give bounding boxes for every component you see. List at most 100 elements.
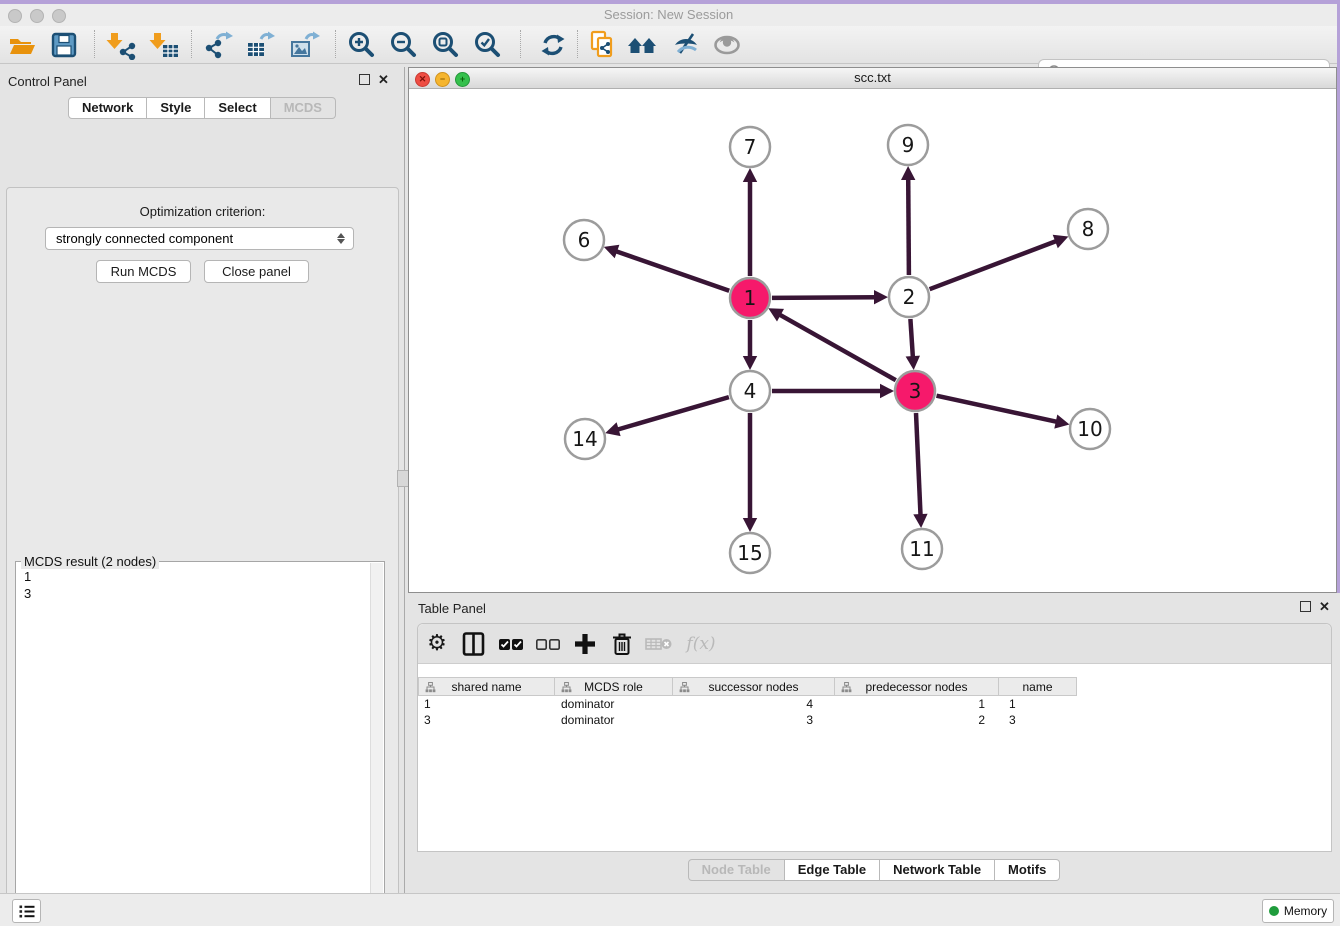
zoom-selected-button[interactable] (471, 29, 505, 61)
graph-node-label: 2 (903, 285, 916, 309)
graph-arrowhead (1054, 415, 1069, 429)
graph-node-label: 7 (744, 135, 757, 159)
network-canvas-svg[interactable]: 1234678910111415 (409, 89, 1336, 592)
minimize-window-dot[interactable] (30, 9, 44, 23)
export-table-button[interactable] (244, 29, 278, 61)
close-icon[interactable]: ✕ (1319, 601, 1330, 612)
tab-style[interactable]: Style (147, 97, 205, 119)
window-titlebar: Session: New Session (0, 4, 1337, 26)
float-icon[interactable] (1300, 601, 1311, 612)
fx-icon: f(x) (686, 634, 715, 654)
tab-select[interactable]: Select (205, 97, 270, 119)
graph-edge-2-9[interactable] (908, 177, 909, 275)
close-panel-button[interactable]: Close panel (204, 260, 309, 283)
apply-layout-button[interactable] (536, 29, 570, 61)
task-history-button[interactable] (12, 899, 41, 923)
table-header-row: shared nameMCDS rolesuccessor nodesprede… (418, 677, 1077, 696)
tab-motifs[interactable]: Motifs (995, 859, 1060, 881)
graph-edge-2-3[interactable] (910, 319, 913, 359)
tab-edge-table[interactable]: Edge Table (785, 859, 880, 881)
table-cell: 1 (835, 696, 999, 712)
clone-network-icon (586, 29, 618, 61)
zoom-out-button[interactable] (387, 29, 421, 61)
refresh-icon (538, 30, 568, 60)
toggle-graphics-details-button[interactable] (670, 29, 704, 61)
show-hide-panel-button[interactable] (710, 29, 744, 61)
graph-edge-1-2[interactable] (772, 297, 877, 298)
graph-edge-2-8[interactable] (930, 240, 1059, 289)
table-row[interactable]: 1dominator411 (418, 696, 1077, 712)
toolbar-separator (520, 30, 521, 58)
graph-node-label: 15 (737, 541, 762, 565)
add-row-button[interactable] (570, 629, 600, 659)
result-scrollbar[interactable] (370, 563, 383, 926)
graph-edge-3-11[interactable] (916, 413, 921, 517)
memory-label: Memory (1284, 904, 1327, 918)
column-header-name[interactable]: name (999, 677, 1077, 696)
deselect-all-icon (534, 631, 562, 657)
table-row[interactable]: 3dominator323 (418, 712, 1077, 728)
tab-network[interactable]: Network (68, 97, 147, 119)
table-cell: dominator (555, 696, 673, 712)
select-all-button[interactable] (496, 629, 526, 659)
graph-arrowhead (743, 356, 757, 370)
zoom-window-dot[interactable] (52, 9, 66, 23)
column-header-predecessor-nodes[interactable]: predecessor nodes (835, 677, 999, 696)
graph-edge-4-14[interactable] (616, 397, 729, 430)
deselect-all-button[interactable] (533, 629, 563, 659)
table-cell: 3 (418, 712, 555, 728)
control-panel-tabs: NetworkStyleSelectMCDS (68, 97, 336, 119)
save-session-button[interactable] (47, 29, 81, 61)
close-network-icon[interactable]: ✕ (415, 72, 430, 87)
column-header-MCDS-role[interactable]: MCDS role (555, 677, 673, 696)
show-all-networks-button[interactable] (626, 29, 660, 61)
zoom-in-button[interactable] (345, 29, 379, 61)
clone-network-button[interactable] (585, 29, 619, 61)
run-mcds-button[interactable]: Run MCDS (96, 260, 191, 283)
maximize-network-icon[interactable]: + (455, 72, 470, 87)
export-network-button[interactable] (202, 29, 236, 61)
graph-arrowhead (906, 356, 920, 370)
tab-node-table[interactable]: Node Table (688, 859, 785, 881)
memory-button[interactable]: Memory (1262, 899, 1334, 923)
mcds-result-box[interactable]: MCDS result (2 nodes) 1 3 (15, 561, 385, 926)
open-file-button[interactable] (5, 29, 39, 61)
graph-edge-3-1[interactable] (778, 314, 896, 381)
control-panel-title: Control Panel (8, 73, 87, 91)
delete-rows-button[interactable] (607, 629, 637, 659)
criterion-select[interactable]: strongly connected component (45, 227, 354, 250)
column-header-shared-name[interactable]: shared name (418, 677, 555, 696)
column-header-successor-nodes[interactable]: successor nodes (673, 677, 835, 696)
table-panel: Table Panel ✕ ⚙ (408, 593, 1340, 893)
tab-mcds[interactable]: MCDS (271, 97, 336, 119)
table-options-button[interactable]: ⚙ (422, 629, 452, 659)
export-image-button[interactable] (288, 29, 322, 61)
close-icon[interactable]: ✕ (378, 74, 389, 85)
graph-arrowhead (874, 290, 888, 304)
mcds-panel: Optimization criterion: strongly connect… (6, 187, 399, 926)
graph-edge-3-10[interactable] (937, 396, 1059, 423)
table-body: 1dominator4113dominator323 (418, 696, 1077, 728)
minimize-network-icon[interactable]: − (435, 72, 450, 87)
delete-columns-button[interactable] (644, 629, 674, 659)
show-columns-button[interactable] (459, 629, 489, 659)
main-toolbar (0, 26, 1337, 64)
homes-icon (626, 30, 660, 60)
network-window-titlebar[interactable]: ✕ − + scc.txt (409, 68, 1336, 89)
graph-edge-1-6[interactable] (614, 251, 729, 291)
table-tabs: Node TableEdge TableNetwork TableMotifs (688, 859, 1061, 881)
plus-icon (572, 631, 598, 657)
import-table-button[interactable] (146, 29, 180, 61)
function-builder-button[interactable]: f(x) (681, 629, 721, 659)
tab-network-table[interactable]: Network Table (880, 859, 995, 881)
import-network-button[interactable] (103, 29, 137, 61)
zoom-fit-button[interactable] (429, 29, 463, 61)
export-image-icon (289, 30, 321, 60)
table-cell: 2 (835, 712, 999, 728)
table-tabs-row: Node TableEdge TableNetwork TableMotifs (408, 859, 1340, 881)
save-icon (49, 30, 79, 60)
close-window-dot[interactable] (8, 9, 22, 23)
gear-icon: ⚙ (427, 629, 447, 659)
float-icon[interactable] (359, 74, 370, 85)
eye-slash-icon (671, 30, 703, 60)
